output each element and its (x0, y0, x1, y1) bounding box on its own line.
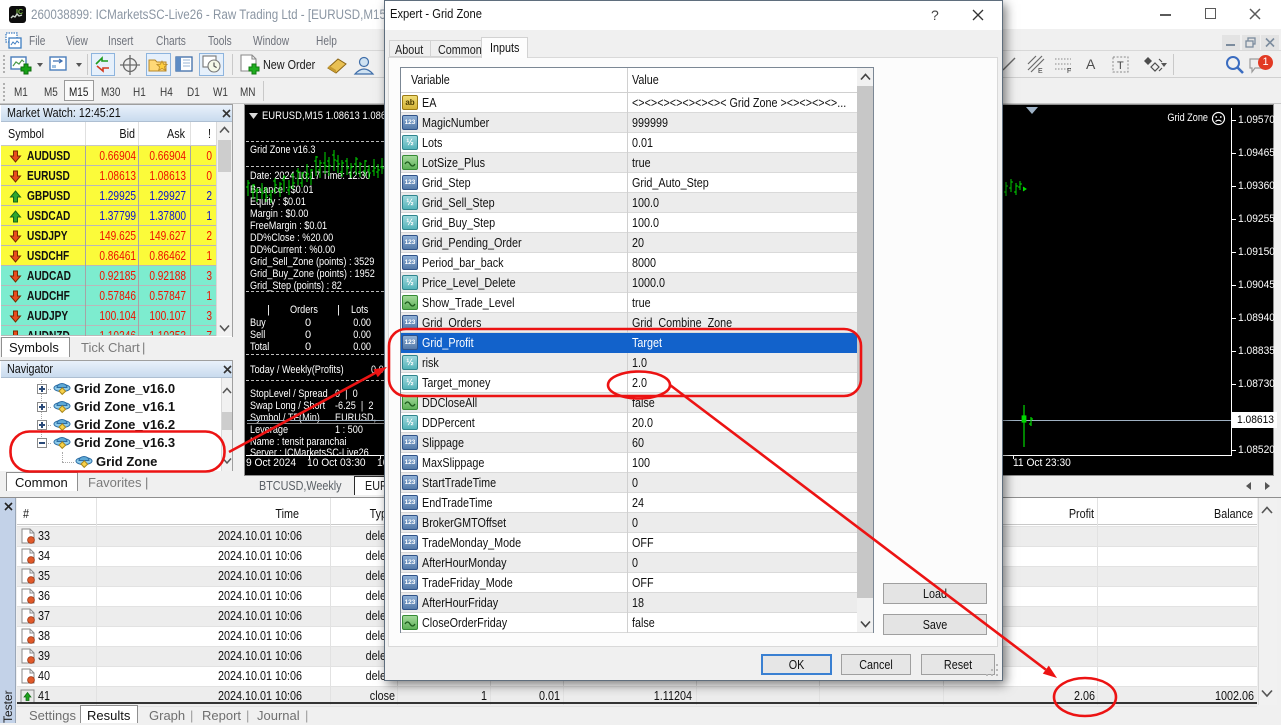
svg-text:E: E (1038, 68, 1043, 74)
svg-text:F: F (1067, 68, 1071, 74)
svg-text:T: T (1117, 60, 1124, 72)
